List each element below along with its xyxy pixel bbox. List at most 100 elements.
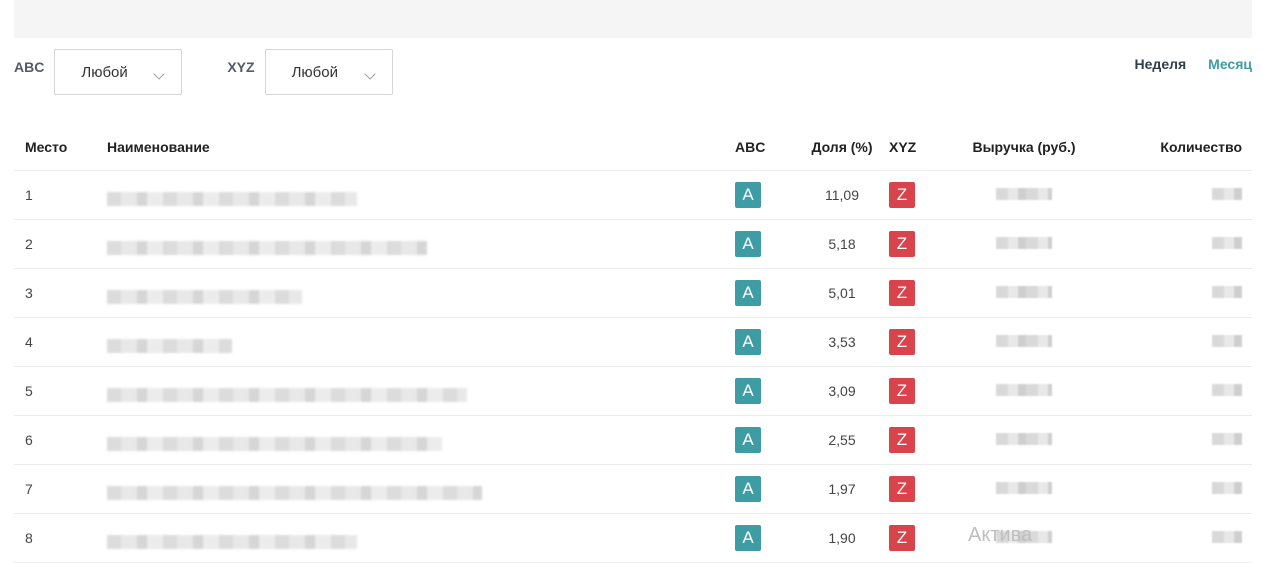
redacted-quantity — [1212, 482, 1242, 494]
place-cell: 2 — [14, 219, 107, 269]
table-row[interactable]: 2 A 5,18 Z — [14, 219, 1252, 269]
header-quantity[interactable]: Количество — [1099, 124, 1252, 171]
redacted-quantity — [1212, 531, 1242, 543]
share-cell: 11,09 — [795, 170, 889, 220]
redacted-name — [107, 191, 357, 206]
redacted-name — [107, 240, 427, 255]
redacted-revenue — [996, 433, 1052, 445]
share-cell: 1,97 — [795, 464, 889, 514]
table-row[interactable]: 5 A 3,09 Z — [14, 366, 1252, 416]
redacted-quantity — [1212, 384, 1242, 396]
place-cell: 1 — [14, 170, 107, 220]
abc-badge: A — [735, 329, 761, 355]
xyz-filter-label: XYZ — [227, 59, 255, 75]
top-bar — [14, 0, 1252, 38]
chevron-down-icon — [363, 68, 376, 80]
redacted-revenue — [996, 188, 1052, 200]
table-row[interactable]: 3 A 5,01 Z — [14, 268, 1252, 318]
quantity-cell — [1099, 513, 1252, 563]
header-share[interactable]: Доля (%) — [795, 124, 889, 171]
abc-badge: A — [735, 378, 761, 404]
abc-badge: A — [735, 280, 761, 306]
xyz-cell: Z — [889, 170, 949, 220]
place-cell: 4 — [14, 317, 107, 367]
xyz-cell: Z — [889, 268, 949, 318]
revenue-cell — [949, 464, 1099, 514]
xyz-badge: Z — [889, 525, 915, 551]
redacted-quantity — [1212, 433, 1242, 445]
abc-badge: A — [735, 476, 761, 502]
table-row[interactable]: 7 A 1,97 Z — [14, 464, 1252, 514]
name-cell — [107, 317, 735, 367]
quantity-cell — [1099, 366, 1252, 416]
table-header-row: Место Наименование ABC Доля (%) XYZ Выру… — [14, 124, 1252, 171]
abc-cell: A — [735, 366, 795, 416]
chevron-down-icon — [153, 68, 166, 80]
xyz-badge: Z — [889, 231, 915, 257]
abc-cell: A — [735, 170, 795, 220]
redacted-name — [107, 534, 357, 549]
period-month-link[interactable]: Месяц — [1208, 56, 1252, 72]
xyz-badge: Z — [889, 476, 915, 502]
redacted-name — [107, 289, 302, 304]
quantity-cell — [1099, 170, 1252, 220]
share-cell: 5,01 — [795, 268, 889, 318]
redacted-revenue — [996, 482, 1052, 494]
place-cell: 6 — [14, 415, 107, 465]
xyz-cell: Z — [889, 366, 949, 416]
abc-badge: A — [735, 525, 761, 551]
abc-badge: A — [735, 427, 761, 453]
abc-filter-select[interactable]: Любой — [54, 49, 183, 95]
xyz-badge: Z — [889, 280, 915, 306]
abc-cell: A — [735, 415, 795, 465]
quantity-cell — [1099, 268, 1252, 318]
abc-filter-label: ABC — [14, 59, 45, 75]
header-xyz[interactable]: XYZ — [889, 124, 949, 171]
revenue-cell — [949, 415, 1099, 465]
name-cell — [107, 268, 735, 318]
header-revenue[interactable]: Выручка (руб.) — [949, 124, 1099, 171]
abc-cell: A — [735, 464, 795, 514]
quantity-cell — [1099, 317, 1252, 367]
abc-filter-value: Любой — [81, 63, 128, 81]
place-cell: 7 — [14, 464, 107, 514]
redacted-quantity — [1212, 237, 1242, 249]
revenue-cell — [949, 170, 1099, 220]
abc-cell: A — [735, 268, 795, 318]
name-cell — [107, 219, 735, 269]
abc-cell: A — [735, 317, 795, 367]
header-abc[interactable]: ABC — [735, 124, 795, 171]
xyz-cell: Z — [889, 317, 949, 367]
xyz-cell: Z — [889, 513, 949, 563]
share-cell: 3,09 — [795, 366, 889, 416]
header-name[interactable]: Наименование — [107, 124, 735, 171]
name-cell — [107, 170, 735, 220]
header-place[interactable]: Место — [14, 124, 107, 171]
redacted-revenue — [996, 286, 1052, 298]
place-cell: 8 — [14, 513, 107, 563]
table-row[interactable]: 1 A 11,09 Z — [14, 170, 1252, 220]
revenue-cell — [949, 219, 1099, 269]
filters-bar: ABC Любой XYZ Любой — [14, 48, 393, 96]
abc-badge: A — [735, 231, 761, 257]
name-cell — [107, 366, 735, 416]
redacted-name — [107, 436, 442, 451]
rating-table: Место Наименование ABC Доля (%) XYZ Выру… — [14, 124, 1252, 563]
share-cell: 3,53 — [795, 317, 889, 367]
abc-cell: A — [735, 219, 795, 269]
redacted-revenue — [996, 335, 1052, 347]
abc-cell: A — [735, 513, 795, 563]
place-cell: 3 — [14, 268, 107, 318]
table-row[interactable]: 8 A 1,90 Z — [14, 513, 1252, 563]
activation-watermark: Актива — [968, 524, 1033, 546]
table-row[interactable]: 6 A 2,55 Z — [14, 415, 1252, 465]
table-row[interactable]: 4 A 3,53 Z — [14, 317, 1252, 367]
period-week-link[interactable]: Неделя — [1135, 56, 1187, 72]
xyz-filter-select[interactable]: Любой — [264, 49, 393, 95]
xyz-filter-value: Любой — [291, 63, 338, 81]
xyz-badge: Z — [889, 427, 915, 453]
xyz-cell: Z — [889, 464, 949, 514]
xyz-badge: Z — [889, 329, 915, 355]
name-cell — [107, 415, 735, 465]
redacted-quantity — [1212, 188, 1242, 200]
